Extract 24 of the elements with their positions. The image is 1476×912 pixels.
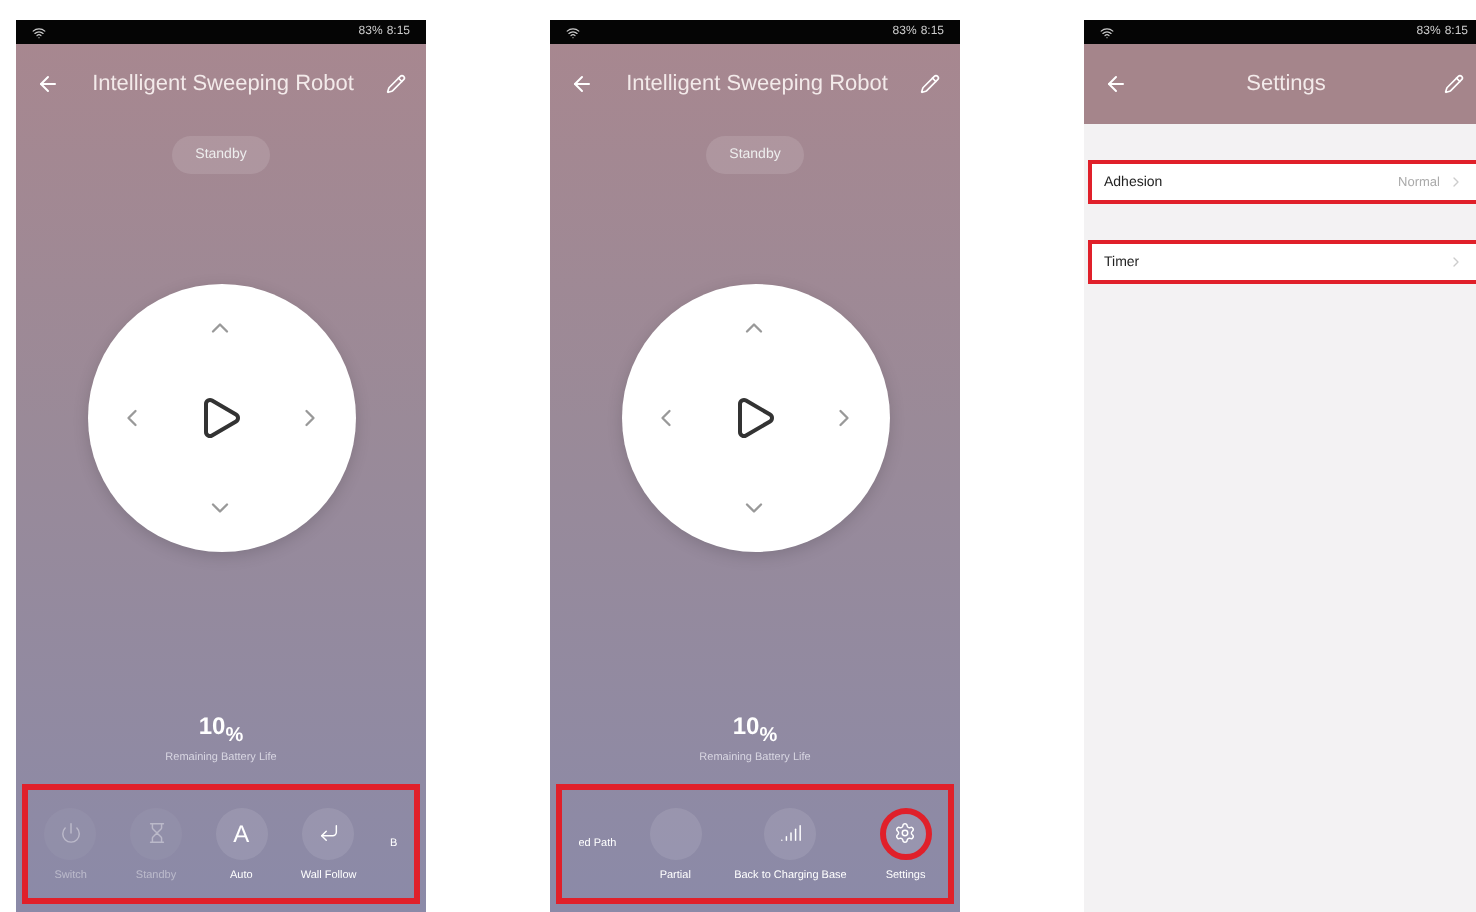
edit-icon[interactable] [1444,74,1464,94]
hourglass-icon [145,822,167,844]
settings-icon [894,822,917,844]
back-icon[interactable] [36,72,60,96]
screen-title: Intelligent Sweeping Robot [90,72,356,96]
back-icon[interactable] [570,72,594,96]
battery-level: 10$_{%}$ [198,711,244,746]
chevron-icon [1448,174,1464,190]
wifi-icon [1100,25,1114,39]
battery-level: 10$_{%}$ [732,711,778,746]
letter-icon: A [233,819,250,847]
mode-button[interactable] [879,807,932,859]
chevron-icon [1448,254,1464,270]
back-icon[interactable] [1104,72,1128,96]
screen-title: Intelligent Sweeping Robot [624,72,890,96]
wifi-icon [32,25,46,39]
screen-title: Settings [1244,72,1328,96]
mode-button[interactable] [302,807,355,859]
wifi-icon [566,25,580,39]
edit-icon[interactable] [920,74,940,94]
power-icon [59,822,82,844]
corner-arrow-icon [317,822,340,844]
edit-icon[interactable] [386,74,406,94]
mode-button[interactable] [764,807,817,859]
